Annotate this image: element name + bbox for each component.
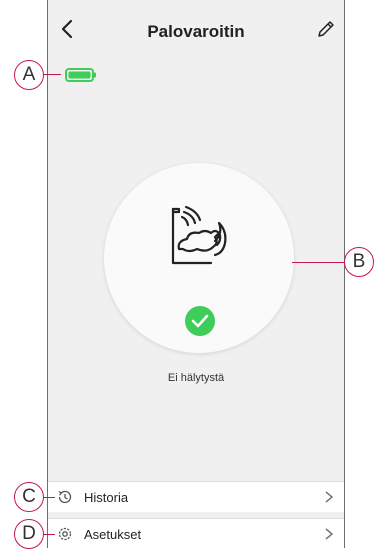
callout-line-d xyxy=(43,534,55,535)
header: Palovaroitin xyxy=(48,0,344,56)
chevron-right-icon xyxy=(325,528,334,540)
chevron-right-icon xyxy=(325,491,334,503)
status-ok-icon xyxy=(185,306,215,336)
menu-item-label: Historia xyxy=(84,490,129,505)
menu-item-settings[interactable]: Asetukset xyxy=(48,518,344,549)
smoke-alarm-icon xyxy=(171,205,227,265)
callout-line-a xyxy=(43,74,61,75)
battery-icon xyxy=(65,68,96,82)
callout-d: D xyxy=(14,519,44,549)
callout-c: C xyxy=(14,482,44,512)
gear-icon xyxy=(58,527,72,541)
callout-a: A xyxy=(14,60,44,90)
device-screen: Palovaroitin Ei hälytystä Historia Asetu… xyxy=(47,0,345,549)
history-icon xyxy=(58,490,72,504)
device-status-circle xyxy=(104,163,294,353)
pencil-icon[interactable] xyxy=(316,19,336,39)
status-text: Ei hälytystä xyxy=(167,372,225,384)
callout-line-b xyxy=(292,262,344,263)
menu-item-history[interactable]: Historia xyxy=(48,481,344,512)
callout-line-c xyxy=(43,497,55,498)
menu-item-label: Asetukset xyxy=(84,527,142,542)
callout-b: B xyxy=(344,247,374,277)
page-title: Palovaroitin xyxy=(147,22,245,41)
